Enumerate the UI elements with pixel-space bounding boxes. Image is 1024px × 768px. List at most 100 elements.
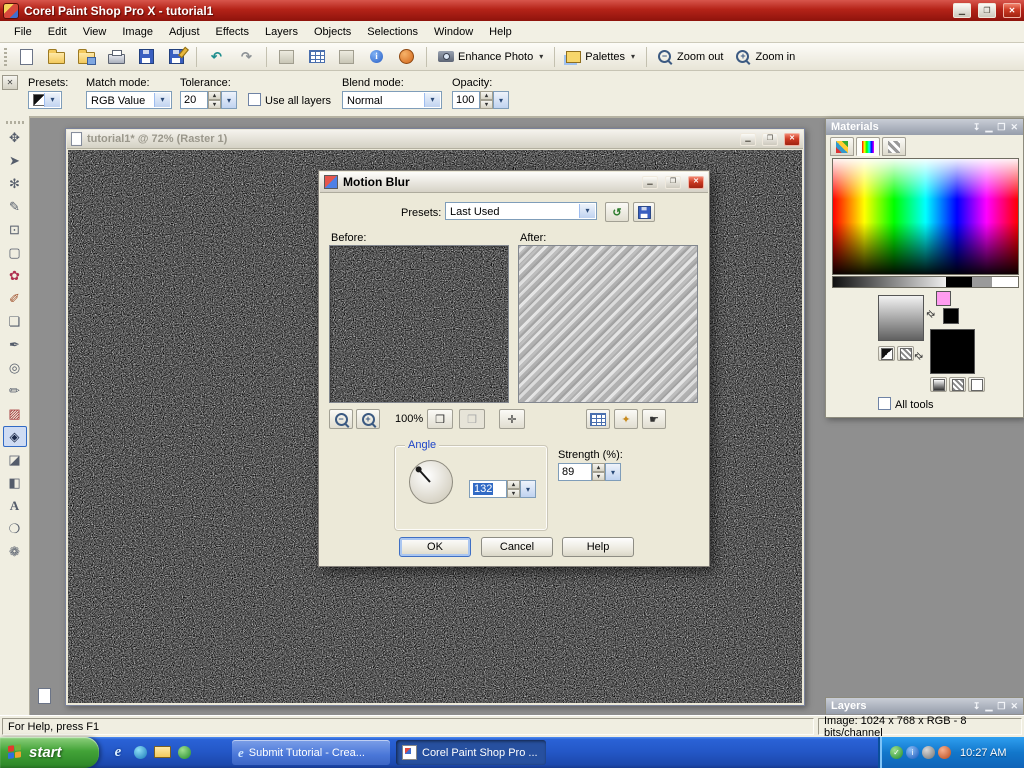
preview-zoom-out-button[interactable]	[329, 409, 353, 429]
network-tray-icon[interactable]: i	[906, 746, 919, 759]
pick-button[interactable]	[272, 45, 301, 68]
presets-dropdown-arrow[interactable]	[44, 93, 60, 107]
all-tools-checkbox[interactable]	[878, 397, 891, 410]
menu-adjust[interactable]: Adjust	[161, 23, 208, 41]
after-preview[interactable]	[518, 245, 698, 403]
blend-mode-select[interactable]: Normal	[342, 91, 442, 109]
undo-button[interactable]: ↶	[202, 45, 231, 68]
layers-header[interactable]: Layers ↧ ▁ ❐ ✕	[826, 698, 1023, 714]
fit-image-button[interactable]: ❒	[427, 409, 453, 429]
use-all-layers-row[interactable]: Use all layers	[248, 93, 331, 107]
clone-tool[interactable]: ❏	[3, 311, 27, 332]
restore-button[interactable]: ❐	[978, 3, 996, 18]
strength-spinner[interactable]	[592, 463, 605, 481]
foreground-style-button[interactable]	[878, 346, 895, 361]
foreground-material-swatch[interactable]	[878, 295, 924, 341]
volume-tray-icon[interactable]	[922, 746, 935, 759]
ruler-button[interactable]	[332, 45, 361, 68]
tolerance-spinner[interactable]	[208, 91, 221, 109]
navigate-button[interactable]: ✛	[499, 409, 525, 429]
use-all-layers-checkbox[interactable]	[248, 93, 261, 106]
background-color-swatch[interactable]	[943, 308, 959, 324]
menu-layers[interactable]: Layers	[257, 23, 306, 41]
menu-image[interactable]: Image	[114, 23, 161, 41]
transparent-button[interactable]	[968, 377, 985, 392]
layers-restore-icon[interactable]: ❐	[997, 701, 1005, 712]
flood-fill-tool[interactable]: ◈	[3, 426, 27, 447]
menu-file[interactable]: File	[6, 23, 40, 41]
menu-selections[interactable]: Selections	[359, 23, 426, 41]
magic-wand-tool[interactable]: ✻	[3, 173, 27, 194]
new-button[interactable]	[12, 45, 41, 68]
black-swatch[interactable]	[946, 277, 972, 287]
swatches-tab[interactable]	[882, 137, 906, 156]
opacity-input[interactable]: 100	[452, 91, 480, 109]
quick-launch-folder[interactable]	[152, 742, 172, 762]
auto-proof-button[interactable]: ✦	[614, 409, 638, 429]
grid-view-button[interactable]	[302, 45, 331, 68]
print-button[interactable]	[102, 45, 131, 68]
greyscale-strip[interactable]	[832, 276, 1019, 288]
pick-tool[interactable]: ➤	[3, 150, 27, 171]
foreground-color-swatch[interactable]	[936, 291, 951, 306]
dialog-minimize-button[interactable]: ▁	[642, 176, 658, 189]
blend-mode-dropdown-arrow[interactable]	[424, 93, 440, 107]
materials-close-icon[interactable]: ✕	[1010, 122, 1018, 133]
grey-swatch[interactable]	[972, 277, 992, 287]
dropper-tool[interactable]: ✎	[3, 196, 27, 217]
image-info-button[interactable]	[362, 45, 391, 68]
browse-button[interactable]	[72, 45, 101, 68]
angle-spinner[interactable]	[507, 480, 520, 498]
document-title-bar[interactable]: tutorial1* @ 72% (Raster 1) ▁ ❐ ✕	[67, 130, 803, 149]
frame-tab[interactable]	[830, 137, 854, 156]
minimized-window-icon[interactable]	[38, 688, 51, 704]
layers-pin-icon[interactable]: ↧	[973, 701, 981, 712]
toolrail-grip[interactable]	[6, 121, 24, 124]
grey-gradient[interactable]	[833, 277, 946, 287]
scratch-remover-tool[interactable]: ✒	[3, 334, 27, 355]
tolerance-input[interactable]: 20	[180, 91, 208, 109]
mesh-warp-tool[interactable]: ❁	[3, 541, 27, 562]
pan-tool[interactable]: ✥	[3, 127, 27, 148]
open-button[interactable]	[42, 45, 71, 68]
document-maximize-button[interactable]: ❐	[762, 133, 778, 146]
materials-restore-icon[interactable]: ❐	[997, 122, 1005, 133]
preset-shape-tool[interactable]: ❍	[3, 518, 27, 539]
pin-icon[interactable]: ↧	[973, 122, 981, 133]
menu-help[interactable]: Help	[481, 23, 520, 41]
opacity-slider-arrow[interactable]	[493, 91, 509, 109]
menu-effects[interactable]: Effects	[208, 23, 257, 41]
opacity-spinner[interactable]	[480, 91, 493, 109]
redo-button[interactable]: ↷	[232, 45, 261, 68]
airbrush-tool[interactable]: ◎	[3, 357, 27, 378]
save-preset-button[interactable]	[633, 202, 655, 222]
menu-view[interactable]: View	[75, 23, 115, 41]
text-tool[interactable]: A	[3, 495, 27, 516]
layers-minimize-icon[interactable]: ▁	[985, 701, 992, 712]
help-button[interactable]: Help	[562, 537, 634, 557]
background-eraser-tool[interactable]: ◧	[3, 472, 27, 493]
menu-window[interactable]: Window	[426, 23, 481, 41]
white-swatch[interactable]	[992, 277, 1018, 287]
all-tools-row[interactable]: All tools	[878, 397, 934, 411]
quick-launch-psp[interactable]	[174, 742, 194, 762]
randomize-button[interactable]: ☛	[642, 409, 666, 429]
task-button-browser[interactable]: e Submit Tutorial - Crea...	[232, 740, 390, 765]
palettes-button[interactable]: Palettes	[560, 45, 641, 68]
learning-center-button[interactable]	[392, 45, 421, 68]
toolbar-grip[interactable]	[4, 48, 7, 66]
match-mode-dropdown-arrow[interactable]	[154, 93, 170, 107]
zoom-out-button[interactable]: Zoom out	[652, 45, 729, 68]
brush-tool[interactable]: ✐	[3, 288, 27, 309]
reset-presets-button[interactable]: ↺	[605, 202, 629, 222]
before-preview[interactable]	[329, 245, 509, 403]
pen-tool[interactable]: ✏	[3, 380, 27, 401]
dialog-close-button[interactable]: ✕	[688, 176, 704, 189]
dialog-presets-dropdown-arrow[interactable]	[579, 204, 595, 218]
task-button-psp[interactable]: Corel Paint Shop Pro ...	[396, 740, 546, 765]
quick-launch-messenger[interactable]	[130, 742, 150, 762]
materials-minimize-icon[interactable]: ▁	[985, 122, 992, 133]
antivirus-tray-icon[interactable]: ✓	[890, 746, 903, 759]
crop-tool[interactable]: ⊡	[3, 219, 27, 240]
options-close-button[interactable]: ✕	[2, 75, 18, 90]
